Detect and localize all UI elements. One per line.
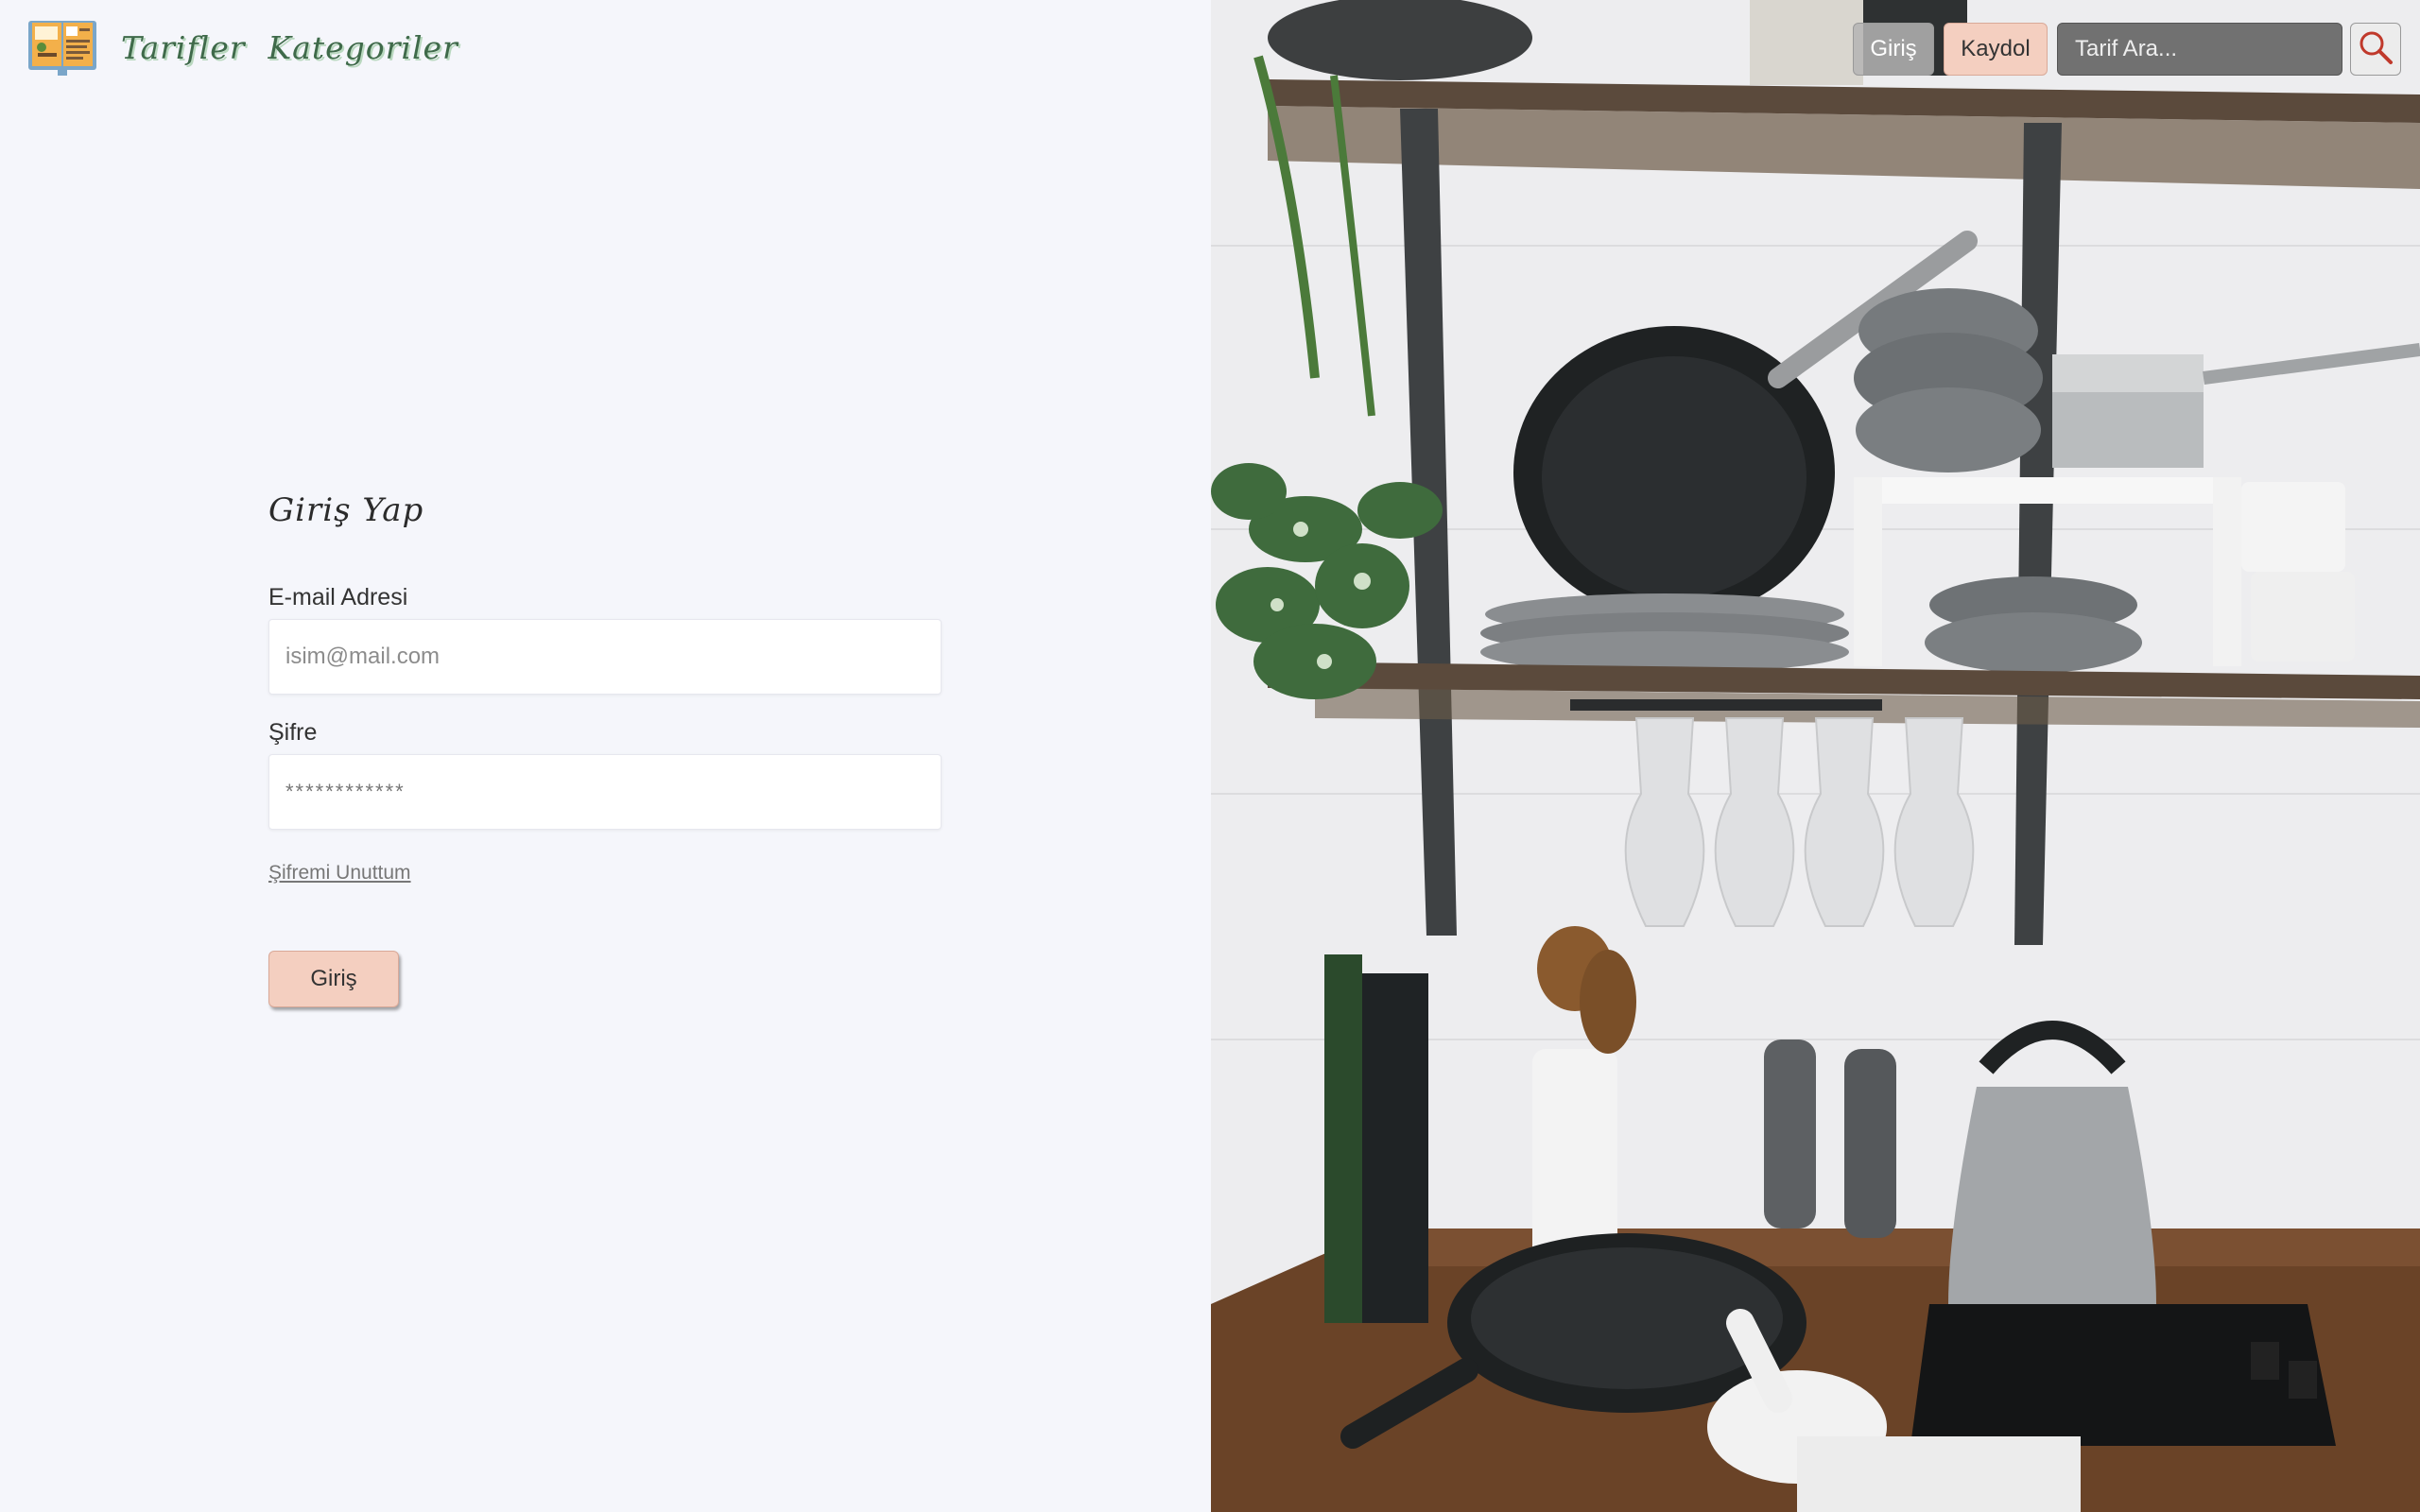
search-icon [2358,29,2394,69]
header-register-button[interactable]: Kaydol [1944,23,2048,76]
form-title: Giriş Yap [268,491,424,529]
header-login-button[interactable]: Giriş [1853,23,1934,76]
nav-link-kategoriler[interactable]: Kategoriler [268,29,458,66]
search-button[interactable] [2350,23,2401,76]
login-form: Giriş Yap E-mail Adresi isim@mail.com Şi… [268,491,942,1007]
page: Tarifler Kategoriler Giriş Yap E-mail Ad… [0,0,2420,1512]
forgot-password-link[interactable]: Şifremi Unuttum [268,862,411,885]
password-field[interactable]: ************ [268,754,942,830]
email-label: E-mail Adresi [268,584,408,610]
email-field[interactable]: isim@mail.com [268,619,942,695]
login-submit-button[interactable]: Giriş [268,951,399,1007]
login-pane: Tarifler Kategoriler Giriş Yap E-mail Ad… [0,0,1211,1512]
password-label: Şifre [268,719,318,746]
kitchen-photo [1211,0,2420,1512]
nav-link-tarifler[interactable]: Tarifler [121,29,246,66]
site-header-brand: Tarifler Kategoriler [26,17,458,77]
search-input[interactable]: Tarif Ara... [2057,23,2342,76]
recipe-book-logo[interactable] [26,17,98,77]
